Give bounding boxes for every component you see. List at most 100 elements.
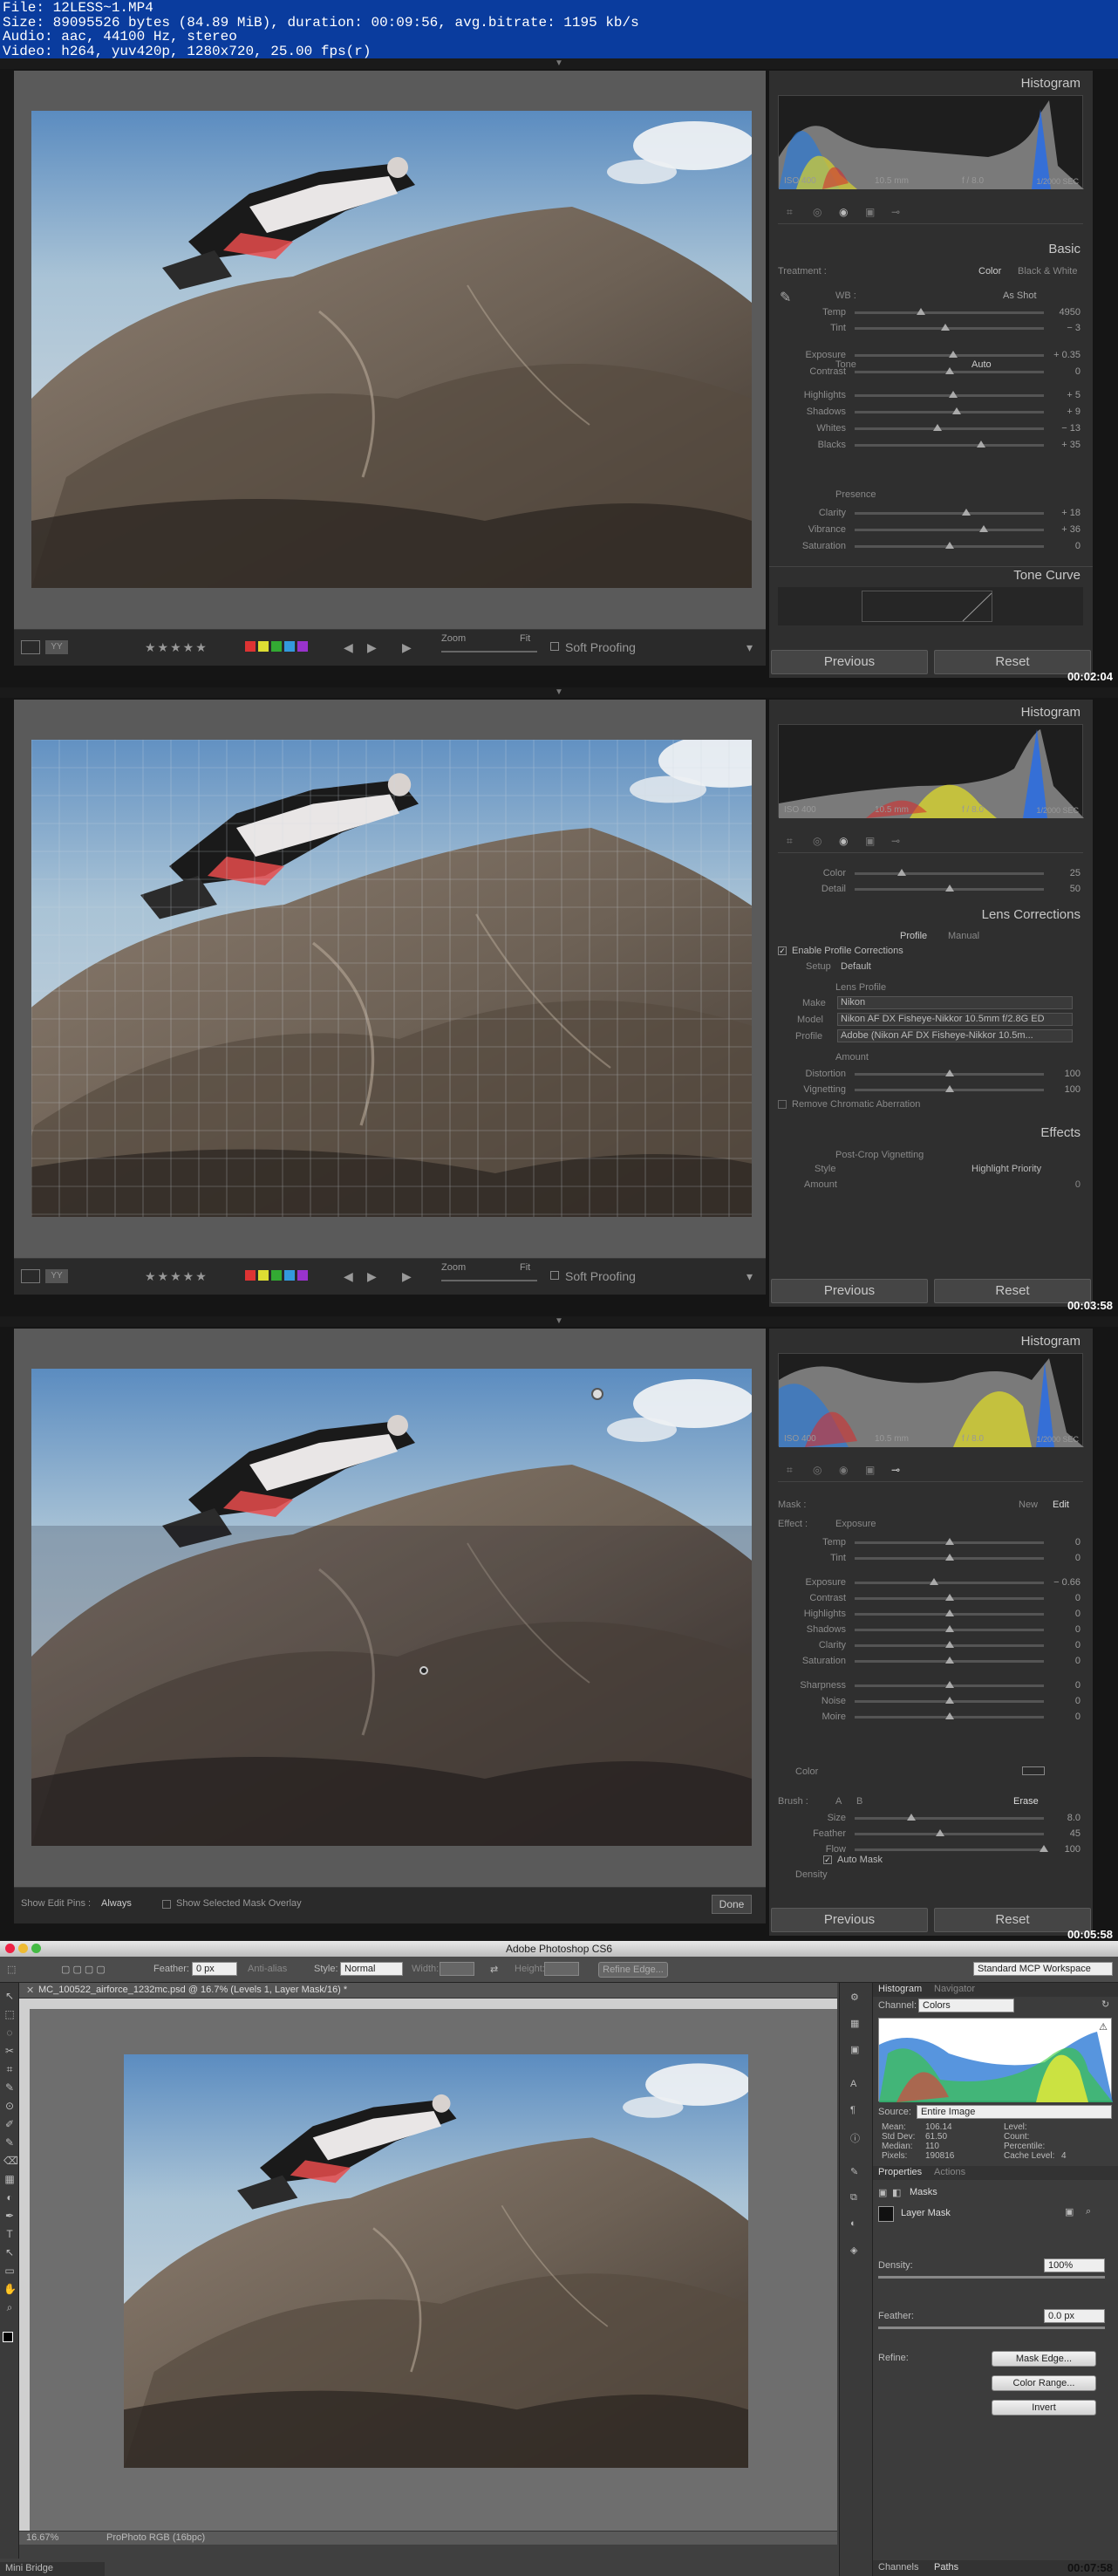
style-value[interactable]: Highlight Priority (971, 1164, 1041, 1174)
crop-tool-icon[interactable]: ⌗ (787, 206, 793, 219)
slider-value[interactable]: + 5 (1037, 390, 1081, 400)
zoom-tool-icon[interactable]: ⌕ (3, 2301, 16, 2313)
red-label-icon[interactable] (245, 1270, 256, 1281)
slider-knob[interactable] (944, 1085, 954, 1092)
slider-value[interactable]: 0 (1037, 1609, 1081, 1619)
mini-bridge-tab[interactable]: Mini Bridge (0, 2562, 105, 2576)
green-label-icon[interactable] (271, 1270, 282, 1281)
slider-knob[interactable] (907, 1814, 917, 1821)
wb-value[interactable]: As Shot (1003, 290, 1037, 301)
soft-proofing-checkbox[interactable] (550, 1271, 559, 1280)
slider-value[interactable]: 100 (1037, 1069, 1081, 1079)
brush-erase-tab[interactable]: Erase (1013, 1796, 1039, 1807)
slider-value[interactable]: + 0.35 (1037, 350, 1081, 360)
slider-knob[interactable] (952, 407, 962, 414)
adjustment-brush-icon[interactable]: ⊸ (891, 835, 900, 847)
paragraph-icon[interactable]: ¶ (850, 2105, 856, 2115)
slider-knob[interactable] (944, 1609, 954, 1616)
panel-title-effects[interactable]: Effects (1040, 1125, 1081, 1140)
density-input[interactable]: 100% (1044, 2258, 1105, 2272)
marquee-tool-icon[interactable]: ⬚ (7, 1964, 16, 1975)
previous-photo-icon[interactable]: ◀ (344, 640, 353, 655)
slider-knob[interactable] (944, 1069, 954, 1076)
spot-removal-icon[interactable]: ◎ (813, 206, 821, 218)
slider-knob[interactable] (944, 1538, 954, 1545)
style-select[interactable]: Normal (340, 1962, 403, 1976)
slider-track[interactable] (855, 1582, 1044, 1584)
edit-pin[interactable] (591, 1388, 603, 1400)
edit-pin-active[interactable] (419, 1666, 428, 1675)
slider-knob[interactable] (944, 1681, 954, 1688)
feather-input[interactable]: 0 px (192, 1962, 237, 1976)
slider-track[interactable] (855, 1848, 1044, 1851)
clone-source-icon[interactable]: ⧉ (850, 2192, 857, 2204)
height-input[interactable] (544, 1962, 579, 1976)
model-select[interactable]: Nikon AF DX Fisheye-Nikkor 10.5mm f/2.8G… (837, 1013, 1073, 1026)
selection-mode-icons[interactable]: ▢ ▢ ▢ ▢ (61, 1964, 106, 1975)
slider-track[interactable] (855, 427, 1044, 430)
graduated-filter-icon[interactable]: ▣ (865, 1464, 875, 1476)
yellow-label-icon[interactable] (258, 641, 269, 652)
slider-track[interactable] (855, 872, 1044, 875)
slider-knob[interactable] (944, 1641, 954, 1648)
tab-paths[interactable]: Paths (934, 2562, 958, 2573)
crop-tool-icon[interactable]: ⌗ (787, 1464, 793, 1477)
red-eye-icon[interactable]: ◉ (839, 206, 848, 218)
slider-value[interactable]: 0 (1037, 1656, 1081, 1666)
slider-value[interactable]: 0 (1037, 1696, 1081, 1706)
slider-value[interactable]: 0 (1037, 1640, 1081, 1650)
refresh-icon[interactable]: ↻ (1101, 1999, 1109, 2010)
slider-knob[interactable] (941, 324, 951, 331)
slider-knob[interactable] (944, 1657, 954, 1664)
tab-manual[interactable]: Manual (948, 931, 979, 941)
path-select-icon[interactable]: ↖ (3, 2246, 16, 2258)
slider-knob[interactable] (944, 1554, 954, 1561)
slider-track[interactable] (855, 1817, 1044, 1820)
color-range-button[interactable]: Color Range... (992, 2375, 1096, 2391)
slider-knob[interactable] (897, 869, 907, 876)
toolbar-menu-icon[interactable]: ▾ (746, 1269, 753, 1284)
eraser-icon[interactable]: ⌫ (3, 2155, 18, 2167)
select-mask-icon[interactable]: ▣ (1065, 2206, 1074, 2217)
brush-tool-icon[interactable]: ✐ (3, 2118, 16, 2130)
purple-label-icon[interactable] (297, 1270, 308, 1281)
next-photo-icon[interactable]: ▶ (367, 640, 377, 655)
blue-label-icon[interactable] (284, 641, 295, 652)
pixel-mask-icon[interactable]: ▣ (878, 2187, 887, 2198)
channel-select[interactable]: Colors (918, 1999, 1014, 2012)
slider-track[interactable] (855, 311, 1044, 314)
document-tab[interactable]: ✕ MC_100522_airforce_1232mc.psd @ 16.7% … (19, 1983, 837, 1999)
type-tool-icon[interactable]: T (3, 2228, 16, 2240)
slider-value[interactable]: − 0.66 (1037, 1577, 1081, 1588)
slider-knob[interactable] (916, 308, 925, 315)
tone-curve-header[interactable]: Tone Curve (769, 566, 1093, 584)
done-button[interactable]: Done (712, 1895, 752, 1914)
slider-knob[interactable] (962, 509, 971, 516)
slider-track[interactable] (855, 444, 1044, 447)
previous-button[interactable]: Previous (771, 1279, 928, 1303)
slider-knob[interactable] (948, 351, 958, 358)
mask-new-button[interactable]: New (1019, 1500, 1038, 1510)
white-balance-picker-icon[interactable]: ✎ (780, 289, 791, 306)
toolbar-menu-icon[interactable]: ▾ (746, 640, 753, 655)
healing-brush-icon[interactable]: ⊙ (3, 2100, 16, 2112)
zoom-slider[interactable] (441, 651, 537, 653)
panel-title-basic[interactable]: Basic (1048, 242, 1081, 256)
mask-edge-button[interactable]: Mask Edge... (992, 2351, 1096, 2367)
slider-knob[interactable] (944, 367, 954, 374)
next-photo-icon[interactable]: ▶ (367, 1269, 377, 1284)
slider-value[interactable]: + 36 (1037, 524, 1081, 535)
top-panel-toggle[interactable]: ▼ (0, 58, 1118, 69)
slider-knob[interactable] (930, 1578, 939, 1585)
slider-value[interactable]: 100 (1037, 1844, 1081, 1855)
swap-icon[interactable]: ⇄ (490, 1964, 498, 1975)
vector-mask-icon[interactable]: ◧ (892, 2187, 901, 2198)
slider-knob[interactable] (978, 525, 988, 532)
slider-value[interactable]: 0 (1037, 1553, 1081, 1563)
clone-stamp-icon[interactable]: ✎ (3, 2136, 16, 2149)
setup-value[interactable]: Default (841, 961, 871, 972)
tab-profile[interactable]: Profile (900, 931, 927, 941)
move-tool-icon[interactable]: ↖ (3, 1990, 16, 2002)
warning-icon[interactable]: ⚠ (1099, 2021, 1108, 2033)
workspace-select[interactable]: Standard MCP Workspace (973, 1962, 1113, 1976)
